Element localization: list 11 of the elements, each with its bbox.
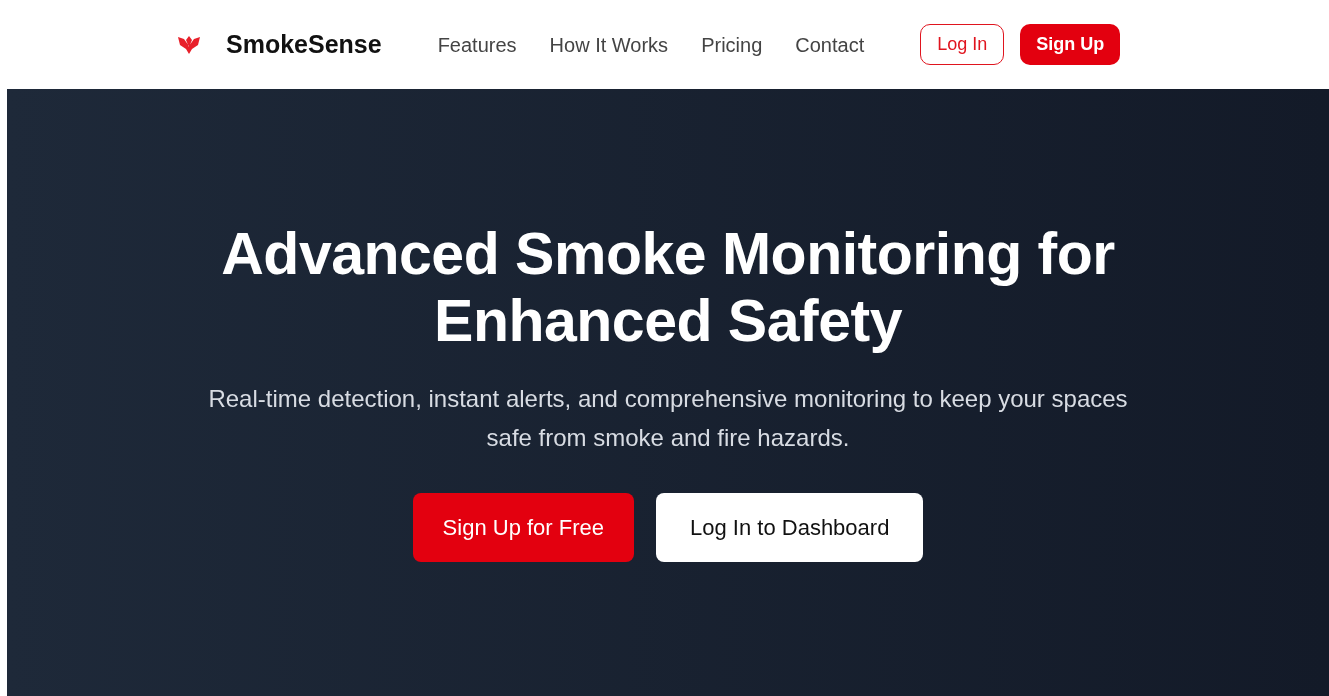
login-button[interactable]: Log In: [920, 24, 1005, 65]
brand-name[interactable]: SmokeSense: [226, 25, 382, 64]
nav-link[interactable]: Features: [437, 29, 517, 60]
hero-title: Advanced Smoke Monitoring for Enhanced Safety: [220, 220, 1116, 355]
signup-button[interactable]: Sign Up for Free: [412, 493, 634, 563]
nav-link[interactable]: Pricing: [701, 29, 763, 60]
signup-button[interactable]: Sign Up: [1020, 24, 1121, 65]
nav-link[interactable]: How It Works: [549, 29, 669, 60]
dashboard-button[interactable]: Log In to Dashboard: [656, 493, 924, 563]
nav-link[interactable]: Contact: [795, 29, 865, 60]
hero-subtitle: Real-time detection, instant alerts, and comprehensive monitoring to keep your spaces safe from smoke and fire hazards.: [207, 384, 1129, 453]
